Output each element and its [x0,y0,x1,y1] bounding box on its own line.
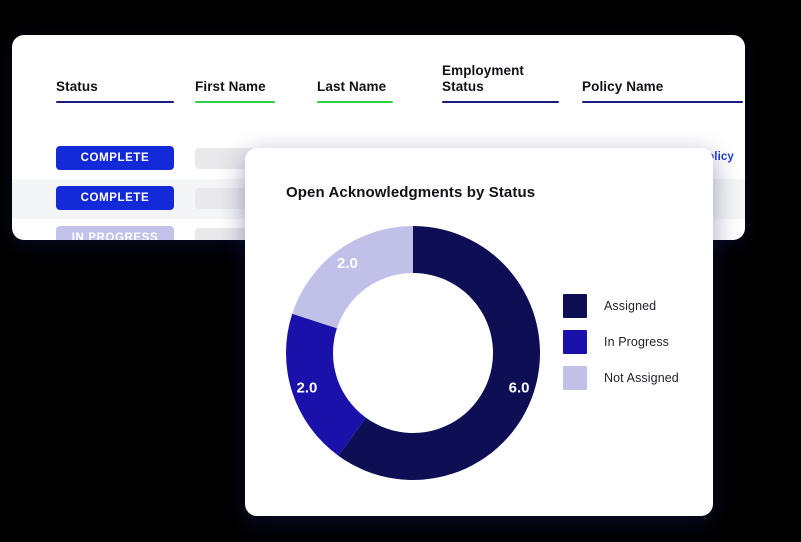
column-header-policy-name-label: Policy Name [582,79,664,94]
status-badge[interactable]: IN PROGRESS [56,226,174,240]
column-header-employment-status-rule [442,101,559,103]
column-header-status-rule [56,101,174,103]
legend-item-label: In Progress [604,335,670,349]
donut-chart-svg: 6.0 2.0 2.0 [286,226,540,480]
status-badge[interactable]: COMPLETE [56,186,174,210]
column-header-policy-name-rule [582,101,743,103]
legend-swatch-icon [563,330,587,354]
legend-item[interactable]: Assigned [563,288,703,324]
status-badge[interactable]: COMPLETE [56,146,174,170]
donut-slice[interactable] [292,226,413,329]
open-acknowledgments-chart-card: Open Acknowledgments by Status 6.0 2.0 2.0… [245,148,713,516]
legend-item[interactable]: In Progress [563,324,703,360]
column-header-status[interactable]: Status [56,59,176,103]
donut-slice-label: 2.0 [337,255,358,272]
legend-swatch-icon [563,294,587,318]
legend-swatch-icon [563,366,587,390]
donut-slice-label: 2.0 [297,379,318,396]
column-header-employment-status-label: Employment Status [442,63,525,94]
column-header-last-name-rule [317,101,393,103]
legend-item-label: Not Assigned [604,371,679,385]
column-header-last-name[interactable]: Last Name [317,59,437,103]
chart-legend: Assigned In Progress Not Assigned [563,288,703,396]
column-header-policy-name[interactable]: Policy Name [582,59,743,103]
column-header-status-label: Status [56,79,98,94]
donut-slices [286,226,540,480]
legend-item-label: Assigned [604,299,657,313]
column-header-employment-status[interactable]: Employment Status [442,59,562,103]
table-header-row: Status First Name Last Name Employment S… [12,59,745,139]
column-header-last-name-label: Last Name [317,79,387,94]
donut-chart: 6.0 2.0 2.0 [285,225,541,481]
column-header-first-name-rule [195,101,275,103]
legend-item[interactable]: Not Assigned [563,360,703,396]
column-header-first-name-label: First Name [195,79,266,94]
chart-title: Open Acknowledgments by Status [286,184,536,201]
column-header-first-name[interactable]: First Name [195,59,315,103]
donut-slice-label: 6.0 [509,379,530,396]
